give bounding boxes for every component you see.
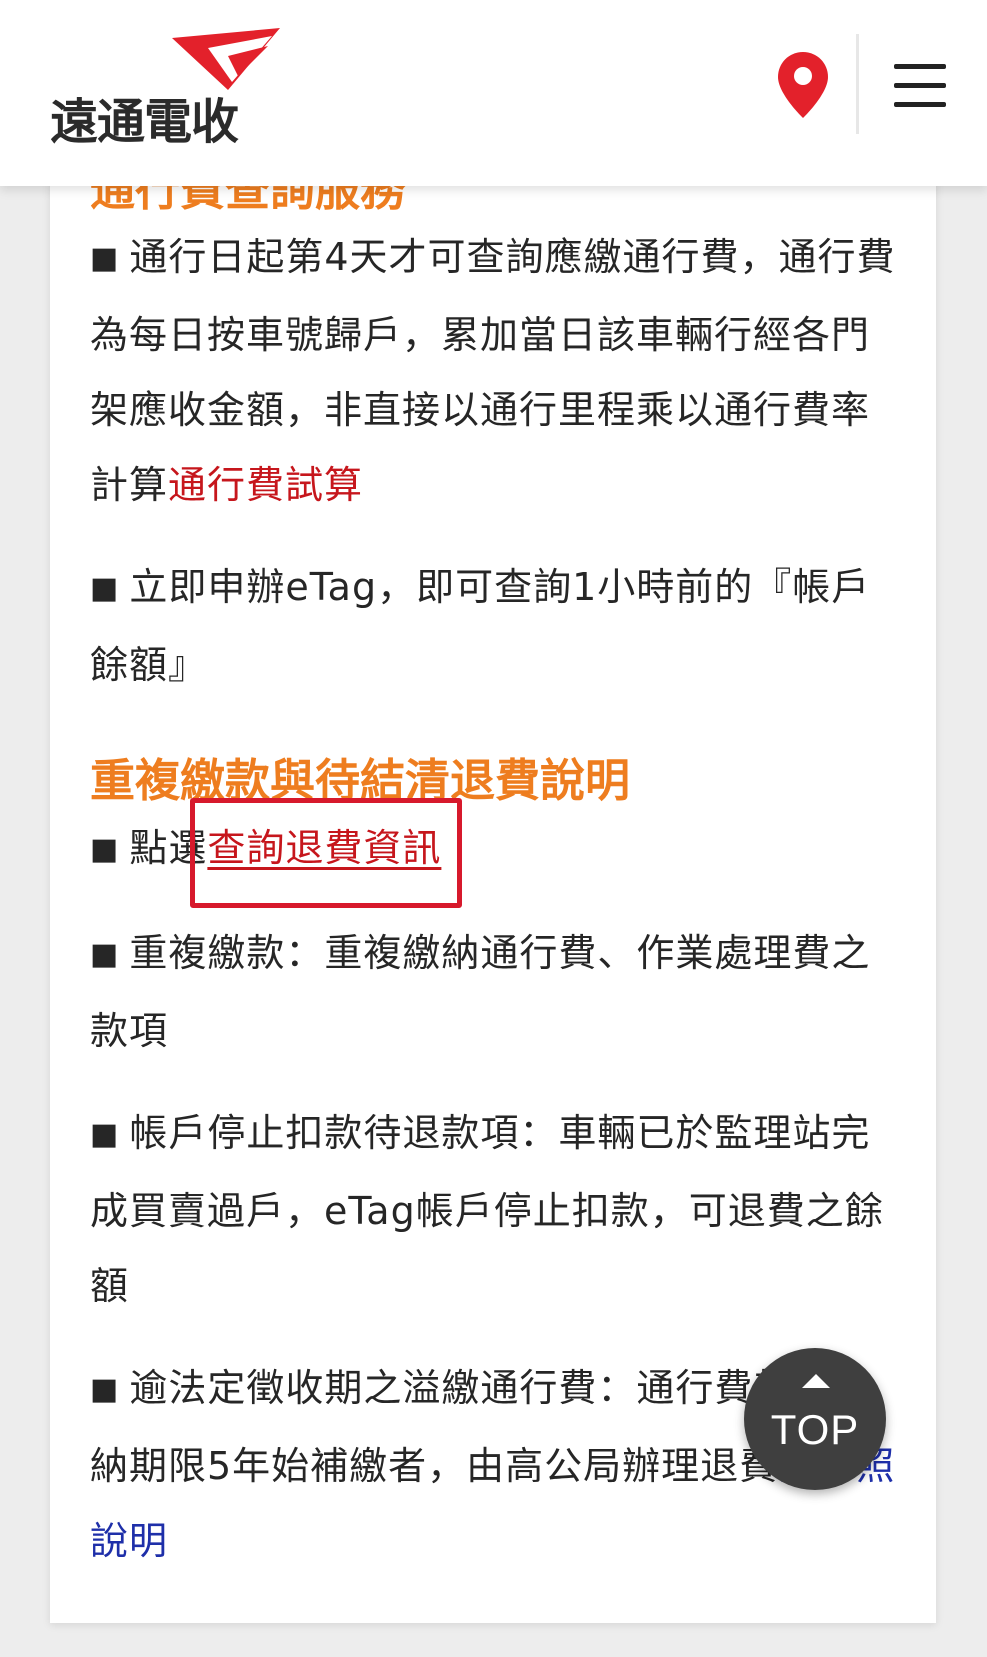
paragraph-text: 重複繳款：重複繳納通行費、作業處理費之款項: [90, 931, 871, 1053]
logo-text: 遠通電收: [50, 94, 239, 150]
bullet: ■: [90, 1372, 120, 1407]
paragraph-text: 點選: [129, 826, 208, 870]
paragraph-refund-query: ■ 點選查詢退費資訊: [90, 798, 905, 908]
top-button-label: TOP: [770, 1406, 860, 1453]
toll-calculator-link[interactable]: 通行費試算: [168, 463, 363, 507]
bullet: ■: [90, 937, 120, 972]
site-logo[interactable]: 遠通電收: [50, 26, 310, 150]
paragraph-text: 立即申辦eTag，即可查詢1小時前的『帳戶餘額』: [90, 565, 871, 687]
bullet: ■: [90, 241, 120, 276]
paragraph-duplicate-payment: ■ 重複繳款：重複繳納通行費、作業處理費之款項: [90, 916, 905, 1069]
logo-wing-icon: [172, 28, 280, 90]
up-triangle-icon: [802, 1374, 830, 1388]
header-divider: [856, 34, 859, 134]
bullet: ■: [90, 1117, 120, 1152]
back-to-top-button[interactable]: TOP: [744, 1348, 886, 1490]
paragraph-toll-query-info: ■ 通行日起第4天才可查詢應繳通行費，通行費為每日按車號歸戶，累加當日該車輛行經各…: [90, 220, 905, 523]
menu-button[interactable]: [894, 64, 946, 108]
bullet: ■: [90, 832, 120, 867]
hamburger-menu-icon: [894, 64, 946, 69]
refund-info-link[interactable]: 查詢退費資訊: [207, 826, 441, 870]
paragraph-etag-balance: ■ 立即申辦eTag，即可查詢1小時前的『帳戶餘額』: [90, 550, 905, 703]
paragraph-text: 帳戶停止扣款待退款項：車輛已於監理站完成買賣過戶，eTag帳戶停止扣款，可退費之…: [90, 1111, 884, 1308]
highlight-wrapper: 查詢退費資訊: [190, 798, 463, 908]
paragraph-account-stopped: ■ 帳戶停止扣款待退款項：車輛已於監理站完成買賣過戶，eTag帳戶停止扣款，可退費…: [90, 1096, 905, 1324]
bullet: ■: [90, 571, 120, 606]
site-header: 遠通電收: [0, 0, 987, 186]
section-heading-refund: 重複繳款與待結清退費說明: [90, 754, 631, 807]
location-button[interactable]: [778, 52, 828, 118]
map-pin-icon: [778, 52, 828, 118]
